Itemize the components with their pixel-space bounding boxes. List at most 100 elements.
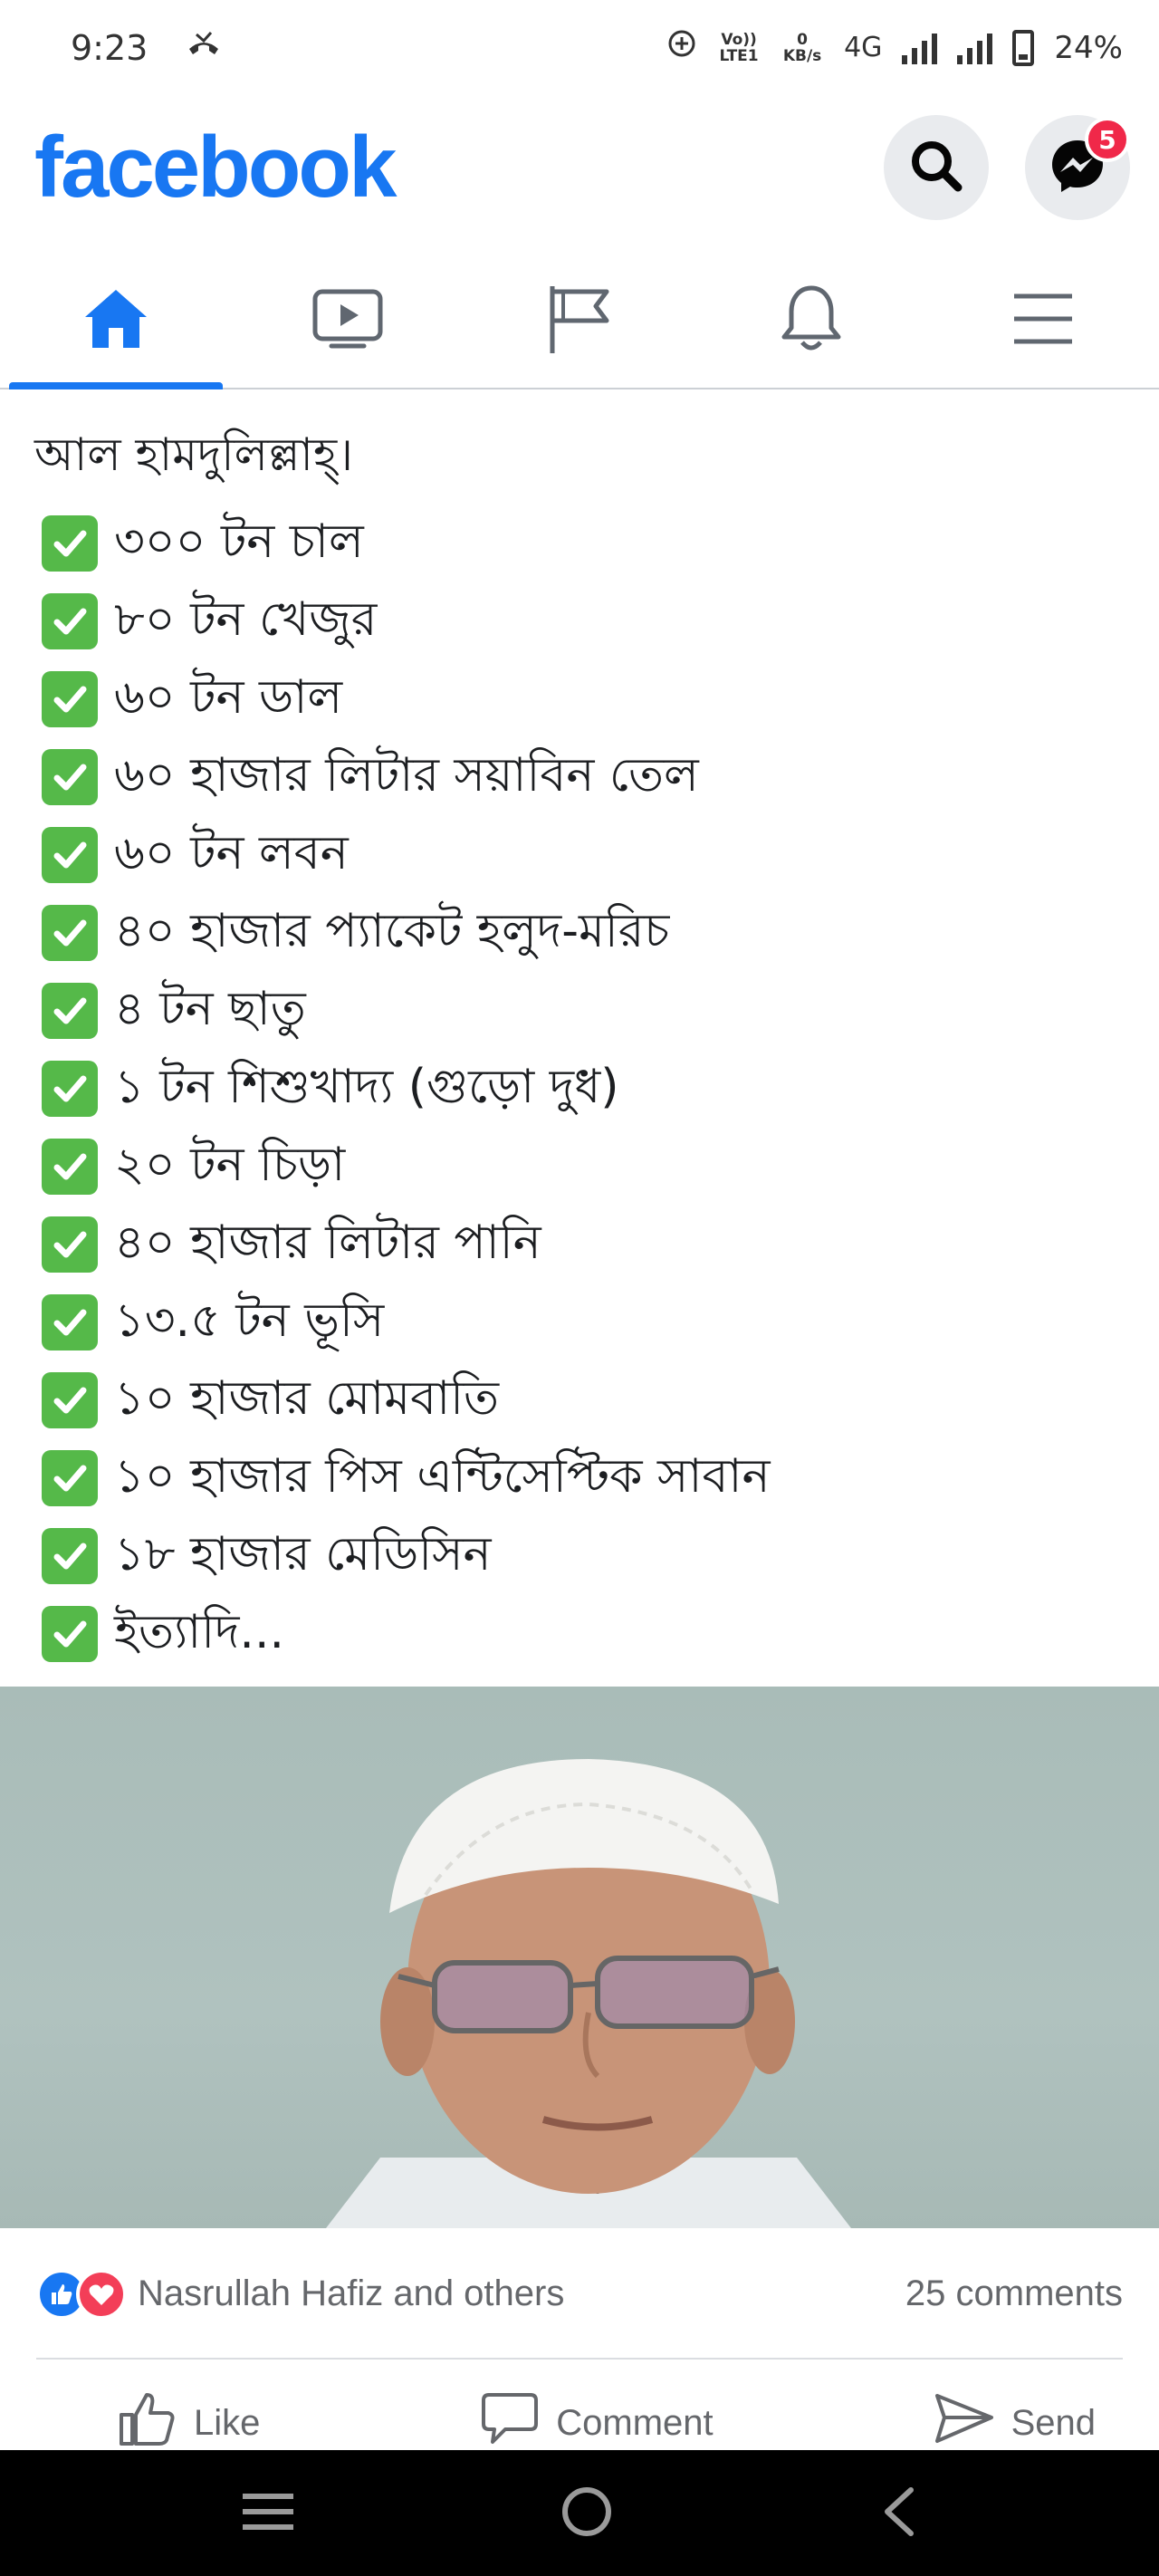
comment-label: Comment bbox=[556, 2402, 714, 2443]
check-mark-icon bbox=[42, 671, 98, 727]
status-time: 9:23 bbox=[71, 27, 148, 68]
post-item: ৪০ হাজার লিটার পানি bbox=[34, 1206, 1123, 1283]
data-speed-unit: KB/s bbox=[782, 46, 822, 65]
post-item-text: ১০ হাজার মোমবাতি bbox=[114, 1370, 500, 1426]
battery-level: 24% bbox=[1054, 29, 1123, 66]
post-item: ৩০০ টন চাল bbox=[34, 505, 1123, 582]
missed-call-icon bbox=[184, 28, 224, 68]
check-mark-icon bbox=[42, 1061, 98, 1117]
post-item-text: ৪০ হাজার লিটার পানি bbox=[114, 1215, 541, 1270]
facebook-logo[interactable]: facebook bbox=[34, 118, 397, 217]
volte-indicator: Vo)) LTE1 bbox=[719, 30, 759, 65]
data-speed: 0 KB/s bbox=[781, 32, 824, 64]
check-mark-icon bbox=[42, 827, 98, 883]
tab-video[interactable] bbox=[232, 254, 464, 388]
post-item-text: ১৮ হাজার মেডিসিন bbox=[114, 1526, 492, 1581]
send-icon bbox=[934, 2390, 995, 2456]
post-item-text: ইত্যাদি... bbox=[114, 1604, 285, 1659]
post-item-text: ৮০ টন খেজুর bbox=[114, 591, 378, 647]
post-item-list: ৩০০ টন চাল ৮০ টন খেজুর ৬০ টন ডাল ৬০ হাজার ল… bbox=[34, 505, 1123, 1673]
like-label: Like bbox=[194, 2402, 261, 2443]
check-mark-icon bbox=[42, 1450, 98, 1506]
post-item: ৬০ টন ডাল bbox=[34, 660, 1123, 738]
comment-count[interactable]: 25 comments bbox=[905, 2273, 1123, 2314]
post-item: ৪ টন ছাতু bbox=[34, 972, 1123, 1050]
check-mark-icon bbox=[42, 1606, 98, 1662]
post-photo[interactable] bbox=[0, 1687, 1159, 2228]
post-actions: Like Comment Send bbox=[0, 2360, 1159, 2450]
reaction-names: Nasrullah Hafiz and others bbox=[138, 2273, 565, 2313]
search-icon bbox=[907, 137, 965, 198]
tab-home[interactable] bbox=[0, 254, 232, 389]
video-icon bbox=[310, 283, 386, 359]
back-button[interactable] bbox=[878, 2485, 918, 2542]
check-mark-icon bbox=[42, 1139, 98, 1195]
check-mark-icon bbox=[42, 749, 98, 805]
post-item-text: ১০ হাজার পিস এন্টিসেপ্টিক সাবান bbox=[114, 1448, 771, 1504]
network-type: 4G bbox=[844, 32, 883, 63]
reactions-row: Nasrullah Hafiz and others 25 comments bbox=[0, 2228, 1159, 2360]
recents-button[interactable] bbox=[241, 2491, 295, 2536]
comment-button[interactable]: Comment bbox=[480, 2353, 714, 2456]
tab-menu[interactable] bbox=[927, 254, 1159, 388]
post-item-text: ৬০ টন লবন bbox=[114, 825, 349, 880]
flag-icon bbox=[543, 281, 616, 360]
check-mark-icon bbox=[42, 983, 98, 1039]
main-tab-bar bbox=[0, 254, 1159, 389]
check-mark-icon bbox=[42, 1528, 98, 1584]
post-item: ১০ হাজার পিস এন্টিসেপ্টিক সাবান bbox=[34, 1439, 1123, 1517]
bell-icon bbox=[777, 281, 846, 360]
data-saver-icon bbox=[666, 28, 697, 67]
home-icon bbox=[80, 283, 152, 359]
check-mark-icon bbox=[42, 1372, 98, 1428]
app-header: facebook 5 bbox=[0, 100, 1159, 235]
post-item-text: ৪ টন ছাতু bbox=[114, 981, 306, 1036]
post-item-text: ৬০ হাজার লিটার সয়াবিন তেল bbox=[114, 747, 699, 803]
recents-icon bbox=[243, 2493, 293, 2530]
post-item: ১৩.৫ টন ভূসি bbox=[34, 1283, 1123, 1361]
post-item: ১ টন শিশুখাদ্য (গুড়ো দুধ) bbox=[34, 1050, 1123, 1128]
messenger-badge: 5 bbox=[1085, 117, 1130, 162]
battery-icon bbox=[1012, 29, 1035, 66]
post-item: ৪০ হাজার প্যাকেট হলুদ-মরিচ bbox=[34, 894, 1123, 972]
thumbs-up-icon bbox=[116, 2389, 177, 2456]
post-item: ২০ টন চিড়া bbox=[34, 1128, 1123, 1206]
post-item: ১৮ হাজার মেডিসিন bbox=[34, 1517, 1123, 1595]
post-item: ইত্যাদি... bbox=[34, 1595, 1123, 1673]
post-item-text: ২০ টন চিড়া bbox=[114, 1137, 346, 1192]
post-body: আল হামদুলিল্লাহ্। ৩০০ টন চাল ৮০ টন খেজুর ৬… bbox=[0, 391, 1159, 1687]
tab-notifications[interactable] bbox=[695, 254, 927, 388]
reaction-summary[interactable]: Nasrullah Hafiz and others bbox=[36, 2268, 565, 2320]
post-item: ১০ হাজার মোমবাতি bbox=[34, 1361, 1123, 1439]
check-mark-icon bbox=[42, 905, 98, 961]
like-button[interactable]: Like bbox=[116, 2353, 260, 2456]
status-bar: 9:23 Vo)) LTE1 0 KB/s 4G 24% bbox=[0, 0, 1159, 95]
post-item-text: ১৩.৫ টন ভূসি bbox=[114, 1293, 385, 1348]
send-label: Send bbox=[1011, 2402, 1096, 2443]
love-reaction-icon bbox=[76, 2268, 127, 2320]
home-circle-icon bbox=[562, 2486, 611, 2536]
check-mark-icon bbox=[42, 515, 98, 572]
post-item-text: ৩০০ টন চাল bbox=[114, 514, 364, 569]
menu-icon bbox=[1009, 287, 1078, 354]
send-button[interactable]: Send bbox=[934, 2354, 1096, 2456]
comment-icon bbox=[480, 2389, 540, 2456]
check-mark-icon bbox=[42, 593, 98, 649]
check-mark-icon bbox=[42, 1216, 98, 1273]
signal-icon-1 bbox=[902, 32, 938, 64]
data-speed-value: 0 bbox=[797, 30, 808, 49]
post-item-text: ৬০ টন ডাল bbox=[114, 669, 343, 725]
back-chevron-icon bbox=[885, 2486, 914, 2536]
post-item-text: ১ টন শিশুখাদ্য (গুড়ো দুধ) bbox=[114, 1059, 619, 1114]
tab-pages[interactable] bbox=[464, 254, 695, 388]
person-photo-illustration bbox=[326, 1759, 851, 2228]
post-item-text: ৪০ হাজার প্যাকেট হলুদ-মরিচ bbox=[114, 903, 670, 958]
system-nav-bar bbox=[0, 2450, 1159, 2576]
signal-icon-2 bbox=[957, 32, 993, 64]
messenger-button[interactable]: 5 bbox=[1025, 115, 1130, 220]
home-system-button[interactable] bbox=[560, 2485, 614, 2542]
post-intro: আল হামদুলিল্লাহ্। bbox=[34, 428, 354, 481]
search-button[interactable] bbox=[884, 115, 989, 220]
post-item: ৬০ হাজার লিটার সয়াবিন তেল bbox=[34, 738, 1123, 816]
check-mark-icon bbox=[42, 1294, 98, 1350]
